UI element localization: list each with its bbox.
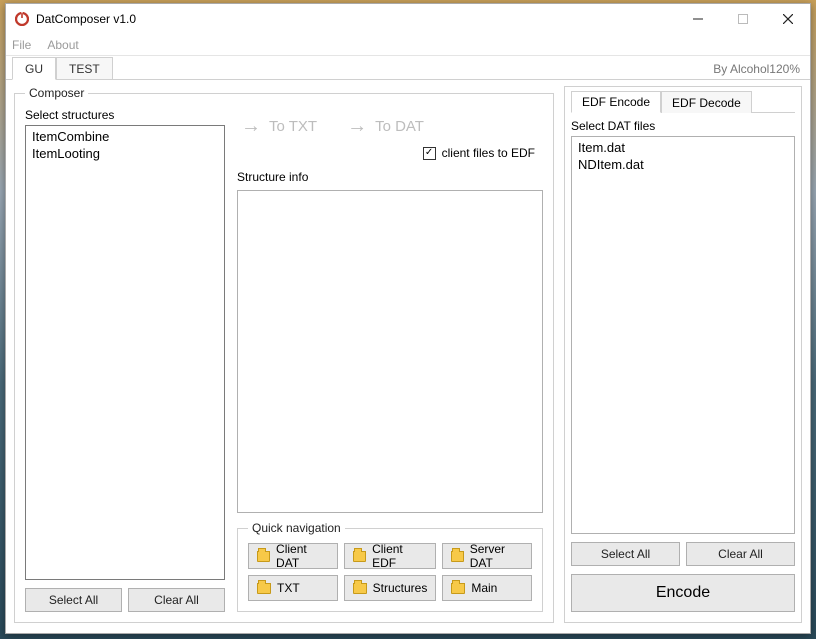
- list-item[interactable]: ItemCombine: [30, 128, 220, 145]
- structure-info-label: Structure info: [237, 170, 543, 184]
- structures-listbox[interactable]: ItemCombine ItemLooting: [25, 125, 225, 580]
- client-files-checkbox[interactable]: ✓: [423, 147, 436, 160]
- folder-icon: [257, 583, 271, 594]
- client-files-checkbox-label: client files to EDF: [442, 146, 535, 160]
- to-txt-label: To TXT: [269, 118, 317, 135]
- menu-bar: File About: [6, 34, 810, 56]
- to-txt-button[interactable]: → To TXT: [241, 116, 317, 136]
- folder-icon: [257, 551, 270, 562]
- select-structures-label: Select structures: [25, 108, 225, 122]
- structure-info-box[interactable]: [237, 190, 543, 513]
- nav-server-dat-button[interactable]: Server DAT: [442, 543, 532, 569]
- quicknav-legend: Quick navigation: [248, 521, 345, 535]
- menu-about[interactable]: About: [47, 38, 78, 52]
- app-window: DatComposer v1.0 File About GU TEST By A…: [5, 3, 811, 634]
- select-dat-label: Select DAT files: [571, 119, 795, 133]
- tab-edf-decode[interactable]: EDF Decode: [661, 91, 752, 113]
- folder-icon: [353, 583, 367, 594]
- folder-icon: [353, 551, 366, 562]
- list-item[interactable]: ItemLooting: [30, 145, 220, 162]
- list-item[interactable]: NDItem.dat: [576, 156, 790, 173]
- folder-icon: [451, 583, 465, 594]
- tab-gu[interactable]: GU: [12, 57, 56, 80]
- minimize-button[interactable]: [675, 4, 720, 34]
- nav-structures-button[interactable]: Structures: [344, 575, 437, 601]
- composer-legend: Composer: [25, 86, 88, 100]
- select-all-dat-button[interactable]: Select All: [571, 542, 680, 566]
- clear-all-structures-button[interactable]: Clear All: [128, 588, 225, 612]
- menu-file[interactable]: File: [12, 38, 31, 52]
- title-bar: DatComposer v1.0: [6, 4, 810, 34]
- nav-main-button[interactable]: Main: [442, 575, 532, 601]
- list-item[interactable]: Item.dat: [576, 139, 790, 156]
- window-title: DatComposer v1.0: [36, 12, 136, 26]
- arrow-right-icon: →: [347, 116, 367, 136]
- encode-button[interactable]: Encode: [571, 574, 795, 612]
- tab-edf-encode[interactable]: EDF Encode: [571, 91, 661, 113]
- nav-txt-button[interactable]: TXT: [248, 575, 338, 601]
- tab-test[interactable]: TEST: [56, 57, 113, 79]
- edf-tab-bar: EDF Encode EDF Decode: [571, 91, 795, 113]
- nav-client-edf-button[interactable]: Client EDF: [344, 543, 437, 569]
- app-icon: [14, 11, 30, 27]
- to-dat-button[interactable]: → To DAT: [347, 116, 424, 136]
- arrow-right-icon: →: [241, 116, 261, 136]
- quick-navigation-groupbox: Quick navigation Client DAT Client EDF: [237, 521, 543, 612]
- maximize-button[interactable]: [720, 4, 765, 34]
- folder-icon: [451, 551, 463, 562]
- dat-files-listbox[interactable]: Item.dat NDItem.dat: [571, 136, 795, 534]
- select-all-structures-button[interactable]: Select All: [25, 588, 122, 612]
- clear-all-dat-button[interactable]: Clear All: [686, 542, 795, 566]
- main-tab-bar: GU TEST By Alcohol120%: [6, 56, 810, 80]
- close-button[interactable]: [765, 4, 810, 34]
- to-dat-label: To DAT: [375, 118, 424, 135]
- byline: By Alcohol120%: [713, 62, 800, 76]
- client-area: Composer Select structures ItemCombine I…: [6, 80, 810, 633]
- nav-client-dat-button[interactable]: Client DAT: [248, 543, 338, 569]
- edf-panel: EDF Encode EDF Decode Select DAT files I…: [564, 86, 802, 623]
- composer-groupbox: Composer Select structures ItemCombine I…: [14, 86, 554, 623]
